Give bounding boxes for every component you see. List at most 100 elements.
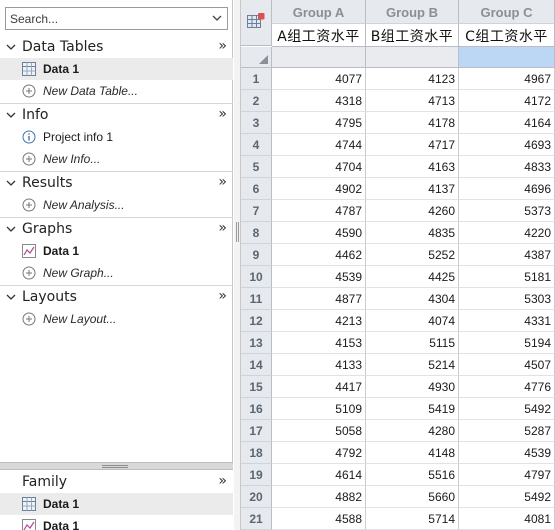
panel-splitter[interactable] [0,462,233,470]
data-cell[interactable]: 4280 [366,420,459,442]
data-cell[interactable]: 4137 [366,178,459,200]
column-title-c[interactable]: C组工资水平 [459,24,555,47]
data-cell[interactable]: 4148 [366,442,459,464]
data-cell[interactable]: 4304 [366,288,459,310]
row-number[interactable]: 9 [241,244,272,266]
column-title-b[interactable]: B组工资水平 [366,24,459,47]
expand-more-icon[interactable]: » [218,220,227,236]
section-header-data-tables[interactable]: Data Tables » [0,36,233,58]
data-cell[interactable]: 4220 [459,222,555,244]
data-cell[interactable]: 4077 [272,68,366,90]
nav-item-new-analysis[interactable]: New Analysis... [0,194,233,216]
data-cell[interactable]: 4539 [272,266,366,288]
data-cell[interactable]: 4792 [272,442,366,464]
data-cell[interactable]: 4331 [459,310,555,332]
subcolumn-header-c-selected[interactable] [459,47,555,68]
chevron-down-icon[interactable] [6,224,16,234]
data-cell[interactable]: 4744 [272,134,366,156]
data-cell[interactable]: 4776 [459,376,555,398]
table-format-icon[interactable] [247,13,265,29]
nav-item-new-data-table[interactable]: New Data Table... [0,80,233,102]
chevron-down-icon[interactable] [6,178,16,188]
section-header-info[interactable]: Info » [0,104,233,126]
data-cell[interactable]: 4797 [459,464,555,486]
row-number[interactable]: 17 [241,420,272,442]
row-number[interactable]: 4 [241,134,272,156]
section-header-graphs[interactable]: Graphs » [0,218,233,240]
data-cell[interactable]: 4123 [366,68,459,90]
section-header-family[interactable]: Family » [0,471,233,493]
resize-grip-icon[interactable] [259,55,268,64]
family-item-data-table[interactable]: Data 1 [0,493,233,515]
data-cell[interactable]: 4163 [366,156,459,178]
expand-more-icon[interactable]: » [218,174,227,190]
data-cell[interactable]: 4717 [366,134,459,156]
data-cell[interactable]: 4260 [366,200,459,222]
subcolumn-header-b[interactable] [366,47,459,68]
data-cell[interactable]: 5058 [272,420,366,442]
expand-more-icon[interactable]: » [218,106,227,122]
data-cell[interactable]: 4172 [459,90,555,112]
data-cell[interactable]: 5115 [366,332,459,354]
data-cell[interactable]: 4835 [366,222,459,244]
nav-item-new-graph[interactable]: New Graph... [0,262,233,284]
section-header-results[interactable]: Results » [0,172,233,194]
data-cell[interactable]: 4588 [272,508,366,530]
pane-divider[interactable] [234,0,241,530]
column-title-a[interactable]: A组工资水平 [272,24,366,47]
chevron-down-icon[interactable] [6,110,16,120]
data-cell[interactable]: 4462 [272,244,366,266]
column-group-b[interactable]: Group B [366,0,459,24]
column-group-c[interactable]: Group C [459,0,555,24]
data-cell[interactable]: 5492 [459,486,555,508]
data-cell[interactable]: 5287 [459,420,555,442]
data-cell[interactable]: 4539 [459,442,555,464]
data-cell[interactable]: 4693 [459,134,555,156]
data-cell[interactable]: 4967 [459,68,555,90]
data-cell[interactable]: 4902 [272,178,366,200]
data-cell[interactable]: 5660 [366,486,459,508]
chevron-down-icon[interactable] [6,42,16,52]
row-number[interactable]: 21 [241,508,272,530]
data-cell[interactable]: 4318 [272,90,366,112]
nav-item-new-info[interactable]: New Info... [0,148,233,170]
row-number[interactable]: 6 [241,178,272,200]
subcolumn-header-a[interactable] [272,47,366,68]
data-cell[interactable]: 5214 [366,354,459,376]
data-cell[interactable]: 4590 [272,222,366,244]
expand-more-icon[interactable]: » [218,288,227,304]
data-cell[interactable]: 5714 [366,508,459,530]
data-cell[interactable]: 4882 [272,486,366,508]
data-cell[interactable]: 4213 [272,310,366,332]
section-header-layouts[interactable]: Layouts » [0,286,233,308]
data-cell[interactable]: 4877 [272,288,366,310]
data-cell[interactable]: 4178 [366,112,459,134]
data-cell[interactable]: 4387 [459,244,555,266]
row-number[interactable]: 1 [241,68,272,90]
data-cell[interactable]: 5252 [366,244,459,266]
data-cell[interactable]: 4164 [459,112,555,134]
chevron-down-icon[interactable] [6,292,16,302]
data-cell[interactable]: 4081 [459,508,555,530]
row-number[interactable]: 11 [241,288,272,310]
row-number[interactable]: 7 [241,200,272,222]
row-number[interactable]: 13 [241,332,272,354]
row-number[interactable]: 16 [241,398,272,420]
row-number[interactable]: 19 [241,464,272,486]
data-cell[interactable]: 4704 [272,156,366,178]
data-cell[interactable]: 4833 [459,156,555,178]
row-number[interactable]: 12 [241,310,272,332]
nav-item-project-info[interactable]: Project info 1 [0,126,233,148]
sheet-corner[interactable] [241,0,272,46]
data-cell[interactable]: 5419 [366,398,459,420]
data-cell[interactable]: 4133 [272,354,366,376]
expand-more-icon[interactable]: » [218,38,227,54]
data-cell[interactable]: 4425 [366,266,459,288]
data-cell[interactable]: 5516 [366,464,459,486]
data-cell[interactable]: 5181 [459,266,555,288]
data-cell[interactable]: 4795 [272,112,366,134]
row-number[interactable]: 5 [241,156,272,178]
data-cell[interactable]: 4713 [366,90,459,112]
data-cell[interactable]: 4614 [272,464,366,486]
row-number[interactable]: 10 [241,266,272,288]
